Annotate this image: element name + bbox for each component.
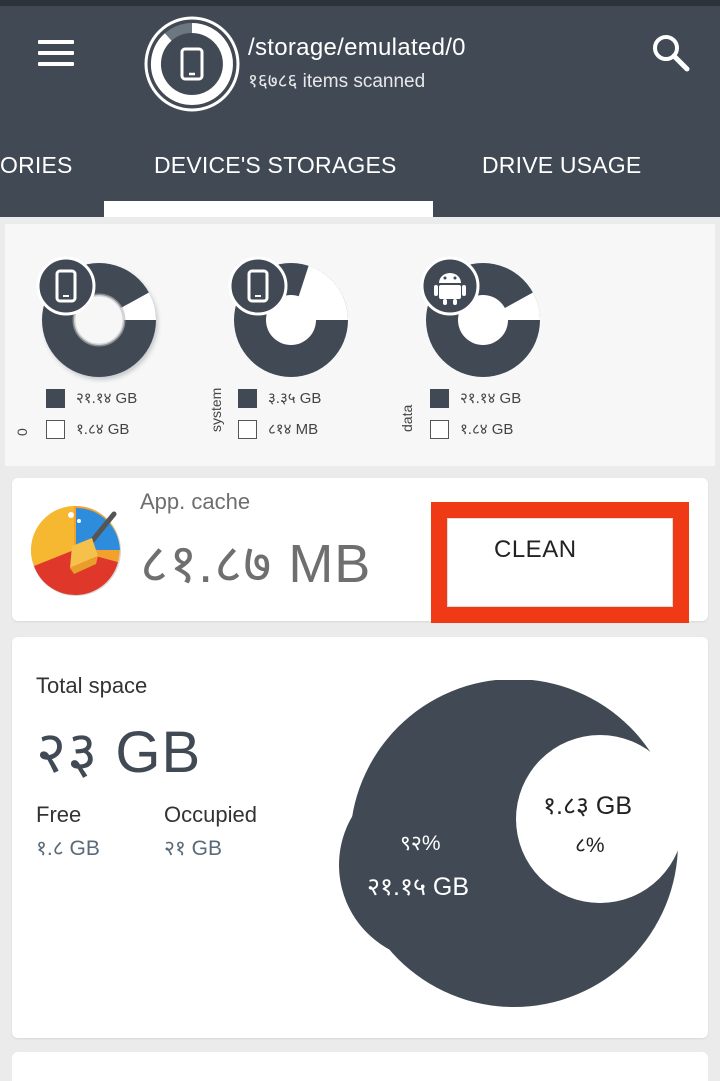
current-path: /storage/emulated/0 [248,34,466,61]
free-value: १.८ GB [36,837,100,860]
storage-system-name: system [208,387,224,432]
storage-system-used: ३.३५ GB [238,388,321,408]
storage-data-free: १.८४ GB [430,419,513,439]
storage-0-free: १.८४ GB [46,419,129,439]
phone-icon [228,256,288,316]
storage-0-name: 0 [14,428,30,436]
tab-devices-storages[interactable]: DEVICE'S STORAGES [154,152,397,179]
storage-data-name: data [399,404,415,432]
storage-data-used: २१.१४ GB [430,388,521,408]
storage-progress-icon [144,16,240,112]
storage-system-free: ८१४ MB [238,419,318,439]
occupied-value: २१ GB [164,837,223,860]
tab-categories[interactable]: ORIES [0,152,73,179]
app-cache-label: App. cache [140,489,251,514]
app-bar [0,0,720,217]
clean-button-label[interactable]: CLEAN [494,536,577,564]
total-space-value: २३ GB [36,720,202,785]
phone-icon [36,256,96,316]
cleaner-app-icon [30,505,121,596]
next-card [12,1052,708,1081]
space-bubble-chart [339,680,684,1007]
free-size: १.८३ GB [543,792,633,820]
storage-0-used: २१.१४ GB [46,388,137,408]
total-space-label: Total space [36,673,148,698]
app-cache-size: ८१.८७ MB [140,534,372,594]
items-scanned: १६७८६ items scanned [248,71,426,92]
occupied-percent: ९२% [400,832,441,855]
free-percent: ८% [575,834,605,857]
occupied-label: Occupied [164,802,257,827]
tab-drive-usage[interactable]: DRIVE USAGE [482,152,641,179]
active-tab-indicator [104,201,433,217]
menu-icon[interactable] [34,36,78,70]
free-label: Free [36,802,82,827]
android-icon [420,256,480,316]
status-strip [0,0,720,6]
occupied-size: २१.१५ GB [367,873,470,901]
search-icon[interactable] [648,30,692,74]
